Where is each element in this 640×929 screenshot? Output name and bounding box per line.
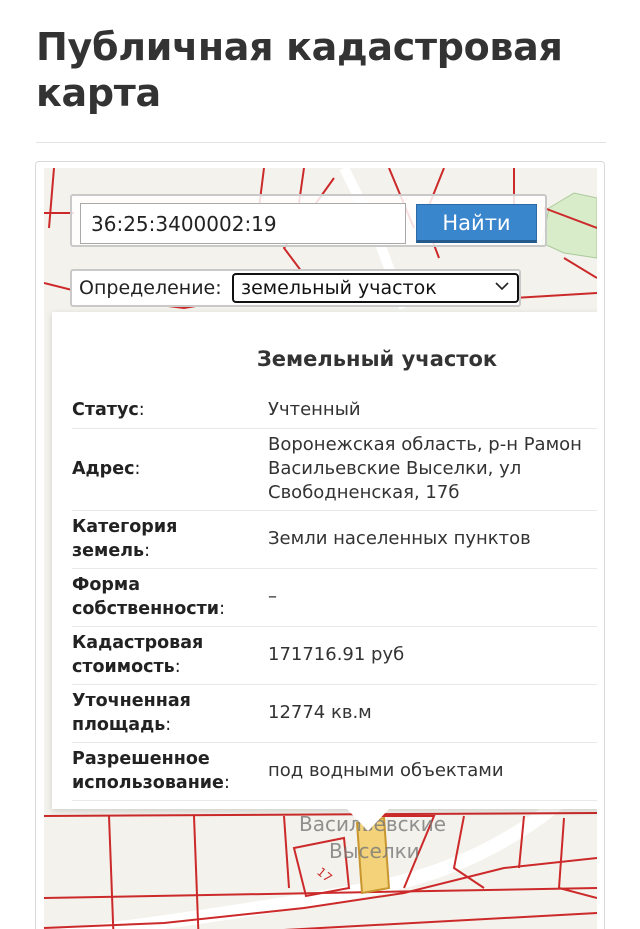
row-label: Категория земель:	[72, 510, 268, 569]
definition-panel: Определение: земельный участок	[70, 269, 521, 307]
row-label: Форма собственности:	[72, 568, 268, 627]
row-value: 171716.91 руб	[268, 626, 597, 685]
row-value: Учтенный	[268, 393, 597, 429]
table-row: Кадастровая стоимость: 171716.91 руб	[72, 626, 597, 685]
page-title: Публичная кадастровая карта	[36, 25, 563, 115]
row-label: Кадастровая стоимость:	[72, 626, 268, 685]
parcel-info-table: Статус: Учтенный Адрес: Воронежская обла…	[72, 393, 597, 801]
map-place-label-line2: Выселки	[329, 839, 420, 863]
table-row: Категория земель: Земли населенных пункто…	[72, 510, 597, 569]
table-row: Адрес: Воронежская область, р-н Рамон Ва…	[72, 428, 597, 511]
table-row: Уточненная площадь: 12774 кв.м	[72, 684, 597, 743]
definition-label: Определение:	[79, 277, 222, 299]
map-parcel-number: 17	[314, 865, 335, 886]
parcel-info-card: Земельный участок Статус: Учтенный Адрес…	[52, 312, 597, 809]
row-value: под водными объектами	[268, 742, 597, 801]
row-value: Воронежская область, р-н Рамон Васильевс…	[268, 428, 597, 511]
card-title: Земельный участок	[256, 347, 498, 371]
row-label: Адрес:	[72, 428, 268, 511]
table-row: Форма собственности: –	[72, 568, 597, 627]
find-button[interactable]: Найти	[416, 204, 537, 243]
row-value: Земли населенных пунктов	[268, 510, 597, 569]
cadastral-number-input[interactable]	[80, 203, 406, 244]
title-divider	[36, 142, 606, 143]
table-row: Статус: Учтенный	[72, 393, 597, 429]
search-panel: Найти	[70, 194, 547, 247]
row-value: –	[268, 568, 597, 627]
row-label: Разрешенное использование:	[72, 742, 268, 801]
table-row: Разрешенное использование: под водными об…	[72, 742, 597, 801]
definition-select-value: земельный участок	[241, 277, 437, 299]
row-value: 12774 кв.м	[268, 684, 597, 743]
row-label: Статус:	[72, 393, 268, 429]
chevron-down-icon	[495, 282, 509, 291]
map-widget: Васильевские Выселки 17 Найти Определени…	[35, 161, 605, 929]
definition-select[interactable]: земельный участок	[232, 273, 519, 303]
row-label: Уточненная площадь:	[72, 684, 268, 743]
map-canvas[interactable]: Васильевские Выселки 17 Найти Определени…	[44, 168, 597, 929]
popup-pointer-icon	[347, 809, 389, 831]
